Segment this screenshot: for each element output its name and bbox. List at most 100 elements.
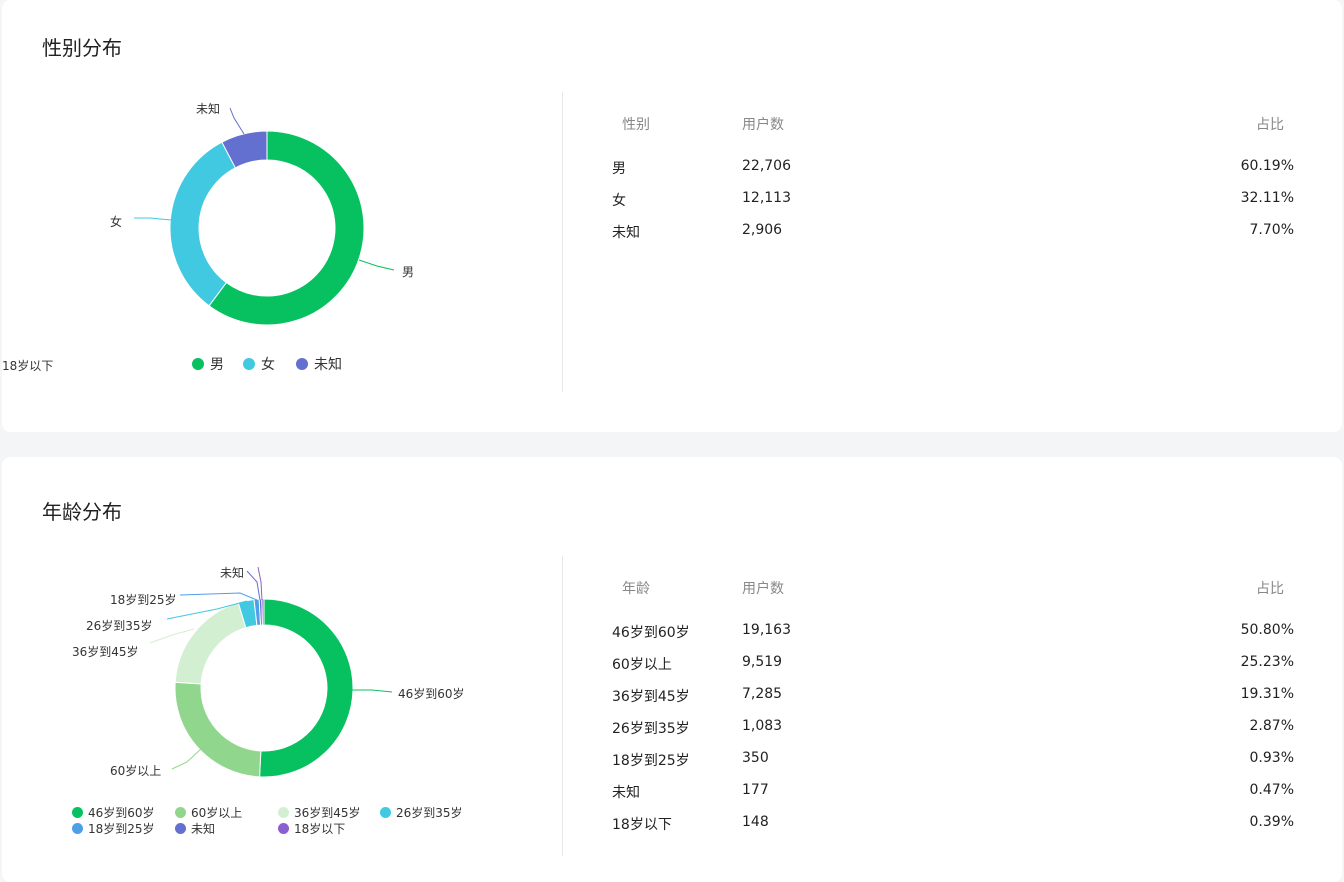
legend-label: 26岁到35岁: [396, 806, 463, 820]
pie-slice-6[interactable]: [261, 598, 265, 626]
cell-users: 177: [742, 782, 769, 798]
cell-users: 22,706: [742, 158, 791, 174]
legend-dot-icon: [243, 358, 255, 370]
slice-label: 36岁到45岁: [72, 645, 139, 659]
legend-dot-icon: [72, 807, 83, 818]
cell-users: 148: [742, 814, 769, 830]
table-row: 女 12,113 32.11%: [612, 190, 1294, 210]
table-row: 36岁到45岁 7,285 19.31%: [612, 686, 1294, 706]
cell-ratio: 32.11%: [1240, 190, 1294, 206]
legend-label: 未知: [191, 822, 216, 836]
slice-label: 未知: [196, 102, 221, 116]
cell-users: 19,163: [742, 622, 791, 638]
leader-line: [358, 259, 395, 271]
legend-item[interactable]: 36岁到45岁: [278, 804, 361, 821]
cell-users: 9,519: [742, 654, 783, 670]
legend-label: 36岁到45岁: [294, 806, 361, 820]
cell-age: 26岁到35岁: [612, 721, 690, 737]
header-gender: 性别: [622, 117, 650, 133]
legend-label: 60岁以上: [191, 806, 243, 820]
cell-ratio: 0.39%: [1249, 814, 1294, 830]
header-users: 用户数: [742, 581, 784, 597]
legend-dot-icon: [175, 807, 186, 818]
legend-item[interactable]: 女: [243, 354, 275, 374]
legend-item[interactable]: 未知: [175, 820, 215, 837]
cell-age: 46岁到60岁: [612, 625, 690, 641]
pie-slice-0[interactable]: [259, 598, 354, 778]
slice-label: 未知: [220, 566, 245, 580]
header-ratio: 占比: [1256, 581, 1284, 597]
legend-label: 18岁以下: [294, 822, 346, 836]
cell-ratio: 7.70%: [1249, 222, 1294, 238]
cell-users: 12,113: [742, 190, 791, 206]
slice-label: 男: [402, 265, 415, 279]
legend-label: 男: [210, 357, 224, 373]
slice-label: 18岁以下: [2, 359, 54, 373]
table-row: 18岁以下 148 0.39%: [612, 814, 1294, 834]
leader-line: [179, 592, 258, 601]
legend-item[interactable]: 46岁到60岁: [72, 804, 155, 821]
cell-age: 60岁以上: [612, 657, 672, 673]
cell-ratio: 0.47%: [1249, 782, 1294, 798]
cell-users: 1,083: [742, 718, 783, 734]
age-card: 年龄分布 年龄 用户数 占比 46岁到60岁 19,163 50.80% 60岁…: [2, 359, 1342, 882]
legend-item[interactable]: 18岁以下: [278, 820, 345, 837]
table-row: 18岁到25岁 350 0.93%: [612, 750, 1294, 770]
legend-item[interactable]: 26岁到35岁: [380, 804, 463, 821]
cell-ratio: 0.93%: [1249, 750, 1294, 766]
legend-dot-icon: [192, 358, 204, 370]
legend-item[interactable]: 60岁以上: [175, 804, 242, 821]
legend-dot-icon: [72, 823, 83, 834]
table-header: 性别 用户数 占比: [612, 114, 1294, 134]
table-row: 未知 2,906 7.70%: [612, 222, 1294, 242]
leader-line: [134, 217, 172, 221]
table-row: 26岁到35岁 1,083 2.87%: [612, 718, 1294, 738]
cell-gender: 未知: [612, 225, 640, 241]
leader-line: [149, 628, 195, 644]
legend-dot-icon: [175, 823, 186, 834]
leader-line: [229, 107, 245, 135]
legend-item[interactable]: 未知: [296, 354, 342, 374]
header-ratio: 占比: [1256, 117, 1284, 133]
cell-ratio: 25.23%: [1240, 654, 1294, 670]
cell-ratio: 2.87%: [1249, 718, 1294, 734]
legend-item[interactable]: 男: [192, 354, 224, 374]
gender-table: 性别 用户数 占比 男 22,706 60.19% 女 12,113 32.11…: [612, 114, 1294, 254]
cell-users: 2,906: [742, 222, 783, 238]
slice-label: 女: [110, 215, 123, 229]
age-table: 年龄 用户数 占比 46岁到60岁 19,163 50.80% 60岁以上 9,…: [612, 578, 1294, 838]
cell-ratio: 60.19%: [1240, 158, 1294, 174]
legend-label: 未知: [314, 357, 342, 373]
table-row: 男 22,706 60.19%: [612, 158, 1294, 178]
legend-label: 女: [261, 357, 275, 373]
cell-age: 18岁到25岁: [612, 753, 690, 769]
leader-line: [171, 747, 203, 770]
table-header: 年龄 用户数 占比: [612, 578, 1294, 598]
cell-users: 7,285: [742, 686, 783, 702]
pie-slice-1[interactable]: [169, 141, 237, 307]
leader-line: [352, 689, 393, 693]
cell-gender: 男: [612, 161, 626, 177]
header-users: 用户数: [742, 117, 784, 133]
cell-ratio: 50.80%: [1240, 622, 1294, 638]
table-row: 未知 177 0.47%: [612, 782, 1294, 802]
legend-item[interactable]: 18岁到25岁: [72, 820, 155, 837]
divider: [562, 92, 563, 392]
cell-gender: 女: [612, 193, 626, 209]
cell-age: 未知: [612, 785, 640, 801]
leader-line: [246, 570, 261, 601]
gender-card: 性别分布 性别 用户数 占比 男 22,706 60.19% 女 12,113 …: [2, 0, 1342, 432]
leader-line: [257, 566, 263, 601]
legend-dot-icon: [278, 823, 289, 834]
slice-label: 18岁到25岁: [110, 593, 177, 607]
slice-label: 46岁到60岁: [398, 687, 465, 701]
cell-age: 18岁以下: [612, 817, 672, 833]
cell-age: 36岁到45岁: [612, 689, 690, 705]
legend-dot-icon: [296, 358, 308, 370]
cell-users: 350: [742, 750, 769, 766]
pie-slice-1[interactable]: [174, 681, 262, 778]
slice-label: 60岁以上: [110, 764, 162, 778]
header-age: 年龄: [622, 581, 650, 597]
table-row: 60岁以上 9,519 25.23%: [612, 654, 1294, 674]
divider: [562, 556, 563, 856]
